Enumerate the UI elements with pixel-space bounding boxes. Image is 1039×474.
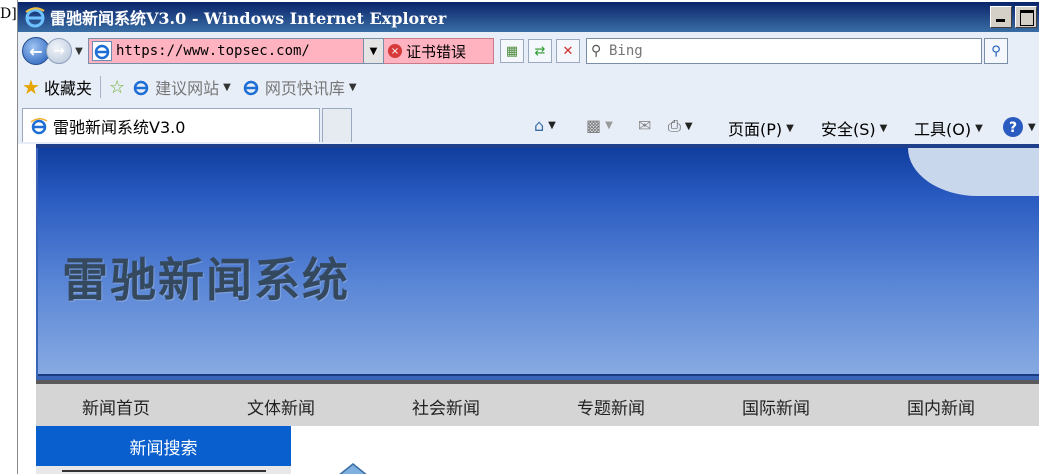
- favorites-bar: ★ 收藏夹 ☆ 建议网站 ▼ 网页快讯库 ▼: [18, 72, 1039, 102]
- web-slice-gallery-link[interactable]: 网页快讯库: [265, 75, 345, 99]
- search-field[interactable]: ⚲: [586, 38, 982, 64]
- certificate-error-label: 证书错误: [406, 42, 467, 61]
- news-search-panel: [36, 466, 291, 474]
- chevron-down-icon[interactable]: ▼: [786, 123, 794, 134]
- nav-item-culture-sports[interactable]: 文体新闻: [247, 394, 315, 419]
- compatibility-icon: ▦: [505, 43, 519, 59]
- nav-item-news-home[interactable]: 新闻首页: [82, 394, 150, 419]
- search-input[interactable]: [609, 43, 969, 59]
- minimize-button[interactable]: [990, 6, 1012, 28]
- refresh-icon: ⇄: [534, 43, 546, 59]
- safety-menu-label: 安全(S): [821, 120, 876, 139]
- chevron-down-icon[interactable]: ▼: [605, 120, 613, 131]
- search-icon: ⚲: [591, 43, 602, 59]
- compatibility-view-button[interactable]: ▦: [500, 39, 524, 63]
- window-title: 雷驰新闻系统V3.0 - Windows Internet Explorer: [50, 9, 447, 28]
- suggested-sites-ie-icon: [133, 80, 149, 96]
- feeds-button[interactable]: ▩ ▼: [586, 116, 613, 135]
- help-icon: ?: [1003, 117, 1023, 137]
- recent-pages-dropdown[interactable]: ▼: [72, 46, 86, 57]
- left-edge-fragment: D]: [0, 6, 17, 22]
- chevron-down-icon[interactable]: ▼: [685, 121, 693, 132]
- banner-background: 雷驰新闻系统: [38, 148, 1039, 376]
- read-mail-button[interactable]: ✉: [638, 116, 651, 135]
- site-navigation: 新闻首页 文体新闻 社会新闻 专题新闻 国际新闻 国内新闻: [36, 380, 1039, 426]
- chevron-down-icon[interactable]: ▼: [975, 123, 983, 134]
- tab-ie-icon: [30, 117, 48, 134]
- left-window-edge: D]: [0, 0, 18, 474]
- certificate-error-button[interactable]: × 证书错误: [384, 38, 494, 64]
- forward-button[interactable]: →: [46, 38, 72, 64]
- tools-menu-label: 工具(O): [914, 120, 972, 139]
- search-go-icon: ⚲: [991, 43, 1001, 59]
- favorites-divider: [99, 76, 101, 98]
- nav-item-special-topics[interactable]: 专题新闻: [577, 394, 645, 419]
- chevron-down-icon[interactable]: ▼: [349, 82, 357, 93]
- news-search-header: 新闻搜索: [36, 426, 291, 466]
- address-field[interactable]: https://www.topsec.com/ ▼: [88, 38, 384, 64]
- shield-error-icon: ×: [388, 44, 402, 58]
- content-cube-icon: [339, 463, 367, 474]
- chevron-down-icon[interactable]: ▼: [548, 120, 556, 131]
- tab-command-bar: 雷驰新闻系统V3.0 ⌂ ▼ ▩ ▼ ✉ ⎙ ▼ 页面(P) ▼ 安全(S) ▼…: [18, 104, 1039, 144]
- favorites-button[interactable]: 收藏夹: [44, 75, 92, 99]
- page-menu-label: 页面(P): [728, 120, 783, 139]
- tools-menu-button[interactable]: 工具(O) ▼: [914, 116, 983, 140]
- favorites-star-icon: ★: [22, 75, 40, 99]
- web-page: 雷驰新闻系统 新闻首页 文体新闻 社会新闻 专题新闻 国际新闻 国内新闻 新闻搜…: [36, 144, 1039, 474]
- nav-item-domestic[interactable]: 国内新闻: [907, 394, 975, 419]
- chevron-down-icon[interactable]: ▼: [223, 82, 231, 93]
- chevron-down-icon[interactable]: ▼: [1028, 122, 1036, 133]
- address-bar-row: ← → ▼ https://www.topsec.com/ ▼ × 证书错误 ▦…: [18, 32, 1039, 70]
- safety-menu-button[interactable]: 安全(S) ▼: [821, 116, 887, 140]
- nav-item-society[interactable]: 社会新闻: [412, 394, 480, 419]
- help-button[interactable]: ? ▼: [1002, 116, 1036, 138]
- home-icon: ⌂: [534, 116, 545, 135]
- search-button[interactable]: ⚲: [984, 38, 1008, 64]
- suggested-sites-link[interactable]: 建议网站: [155, 75, 219, 99]
- home-button[interactable]: ⌂ ▼: [534, 116, 556, 135]
- svg-text:?: ?: [1009, 120, 1017, 136]
- mail-icon: ✉: [638, 116, 652, 135]
- back-arrow-icon: ←: [29, 41, 43, 61]
- refresh-button[interactable]: ⇄: [528, 39, 552, 63]
- tab-label: 雷驰新闻系统V3.0: [53, 117, 186, 137]
- stop-button[interactable]: ✕: [556, 39, 580, 63]
- site-title: 雷驰新闻系统: [62, 253, 350, 307]
- ie-logo-icon: [25, 7, 45, 28]
- maximize-button[interactable]: [1015, 6, 1037, 28]
- add-to-favorites-icon[interactable]: ☆: [109, 77, 125, 98]
- page-ie-icon: [92, 41, 112, 61]
- page-menu-button[interactable]: 页面(P) ▼: [728, 116, 794, 140]
- chevron-down-icon: ▼: [369, 45, 378, 57]
- window-title-bar[interactable]: 雷驰新闻系统V3.0 - Windows Internet Explorer: [18, 2, 1039, 32]
- site-banner: 雷驰新闻系统: [36, 144, 1039, 380]
- chevron-down-icon[interactable]: ▼: [880, 123, 888, 134]
- rss-feed-icon: ▩: [586, 116, 602, 135]
- printer-icon: ⎙: [668, 116, 681, 135]
- forward-arrow-icon: →: [53, 43, 65, 59]
- browser-chrome: ← → ▼ https://www.topsec.com/ ▼ × 证书错误 ▦…: [18, 32, 1039, 144]
- banner-decorative-curve: [908, 148, 1039, 196]
- tab-active[interactable]: 雷驰新闻系统V3.0: [22, 108, 320, 142]
- close-icon: ✕: [562, 43, 574, 59]
- new-tab-button[interactable]: [322, 108, 352, 142]
- print-button[interactable]: ⎙ ▼: [668, 116, 693, 136]
- address-dropdown-button[interactable]: ▼: [363, 39, 383, 63]
- web-slice-ie-icon: [243, 80, 259, 96]
- nav-item-international[interactable]: 国际新闻: [742, 394, 810, 419]
- url-text: https://www.topsec.com/: [116, 43, 310, 59]
